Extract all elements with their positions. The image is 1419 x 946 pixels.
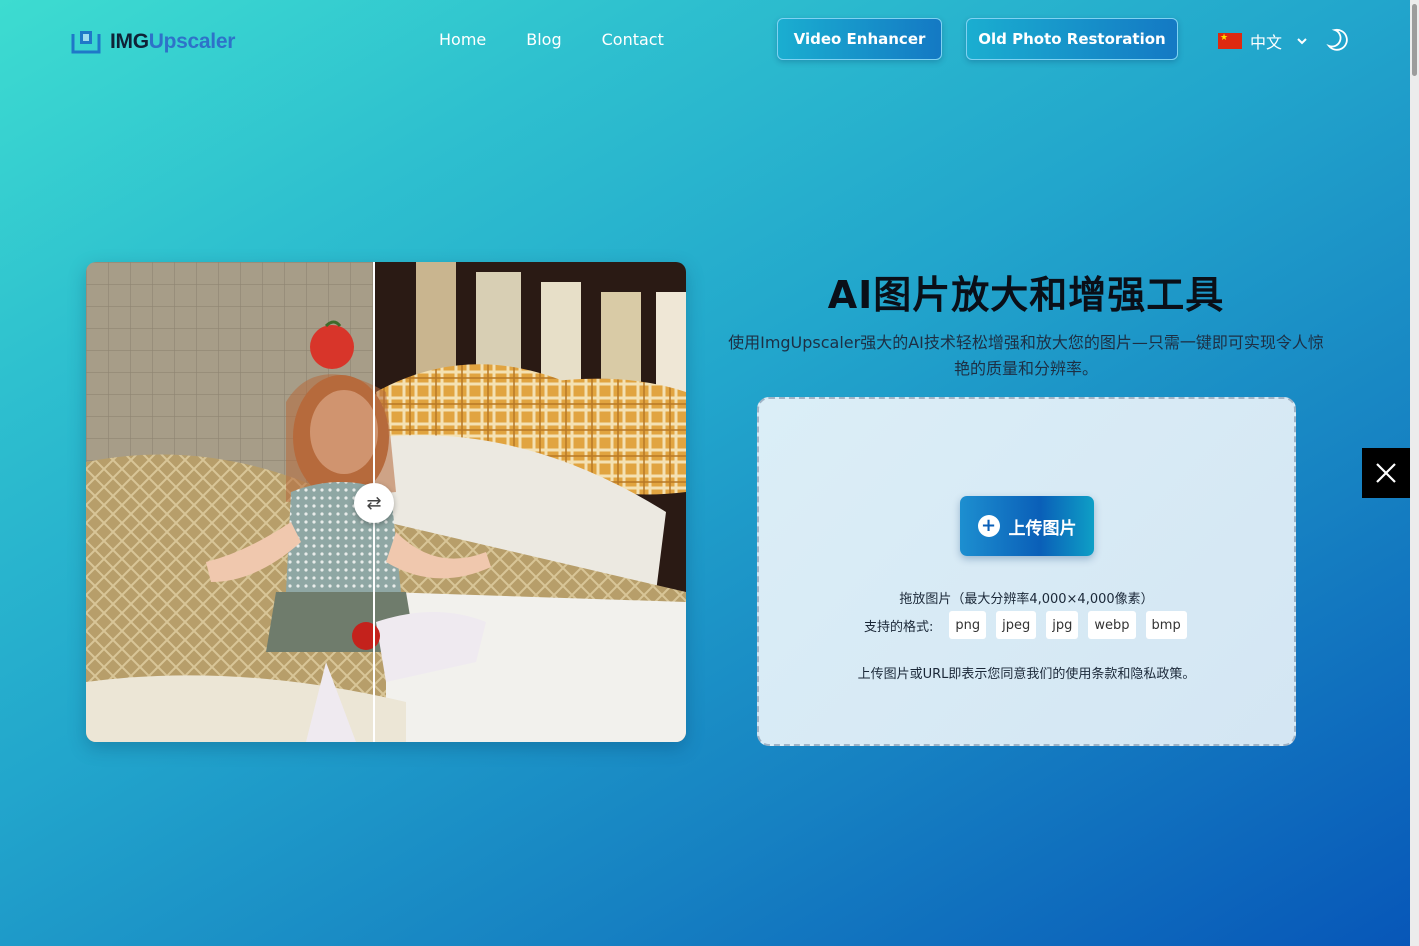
page-title: AI图片放大和增强工具: [827, 273, 1225, 317]
chevron-down-icon: [1297, 38, 1307, 45]
formats-label: 支持的格式:: [864, 619, 934, 635]
language-selector[interactable]: 中文: [1218, 29, 1308, 53]
video-enhancer-button[interactable]: Video Enhancer: [777, 18, 942, 60]
china-flag-icon: [1218, 31, 1242, 49]
before-after-comparison[interactable]: ⇄: [86, 262, 686, 742]
x-share-button[interactable]: [1362, 448, 1410, 498]
plus-icon: +: [977, 515, 1000, 537]
logo-text-upscaler: Upscaler: [148, 30, 236, 53]
swap-arrows-icon[interactable]: ⇄: [354, 483, 394, 523]
format-chip-bmp: bmp: [1145, 611, 1187, 639]
drop-hint: 拖放图片（最大分辨率4,000×4,000像素）: [899, 592, 1154, 607]
supported-formats: 支持的格式: png jpeg jpg webp bmp: [864, 611, 1187, 639]
main-nav: Home Blog Contact: [439, 30, 664, 49]
format-chip-png: png: [949, 611, 987, 639]
nav-home[interactable]: Home: [439, 30, 486, 49]
logo-icon: [71, 31, 101, 54]
logo[interactable]: IMGUpscaler: [70, 28, 235, 56]
upload-image-button[interactable]: + 上传图片: [960, 496, 1094, 556]
upload-button-label: 上传图片: [1008, 518, 1077, 539]
old-photo-restoration-button[interactable]: Old Photo Restoration: [966, 18, 1178, 60]
page-subtitle: 使用ImgUpscaler强大的AI技术轻松增强和放大您的图片—只需一键即可实现…: [728, 333, 1324, 378]
logo-text: IMGUpscaler: [110, 30, 235, 54]
x-logo-icon: [1376, 463, 1396, 483]
language-label: 中文: [1250, 35, 1283, 52]
format-chip-jpeg: jpeg: [996, 611, 1037, 639]
format-chip-webp: webp: [1088, 611, 1136, 639]
terms-notice: 上传图片或URL即表示您同意我们的使用条款和隐私政策。: [857, 667, 1196, 682]
nav-contact[interactable]: Contact: [602, 30, 664, 49]
logo-text-img: IMG: [110, 30, 149, 53]
site-header: IMGUpscaler Home Blog Contact Video Enha…: [0, 0, 1410, 82]
scrollbar-thumb[interactable]: [1412, 4, 1417, 76]
format-chip-jpg: jpg: [1046, 611, 1079, 639]
nav-blog[interactable]: Blog: [526, 30, 561, 49]
upload-dropzone[interactable]: + 上传图片 拖放图片（最大分辨率4,000×4,000像素） 支持的格式: p…: [757, 397, 1296, 746]
page-scrollbar[interactable]: [1410, 0, 1419, 946]
moon-icon[interactable]: [1326, 28, 1350, 52]
